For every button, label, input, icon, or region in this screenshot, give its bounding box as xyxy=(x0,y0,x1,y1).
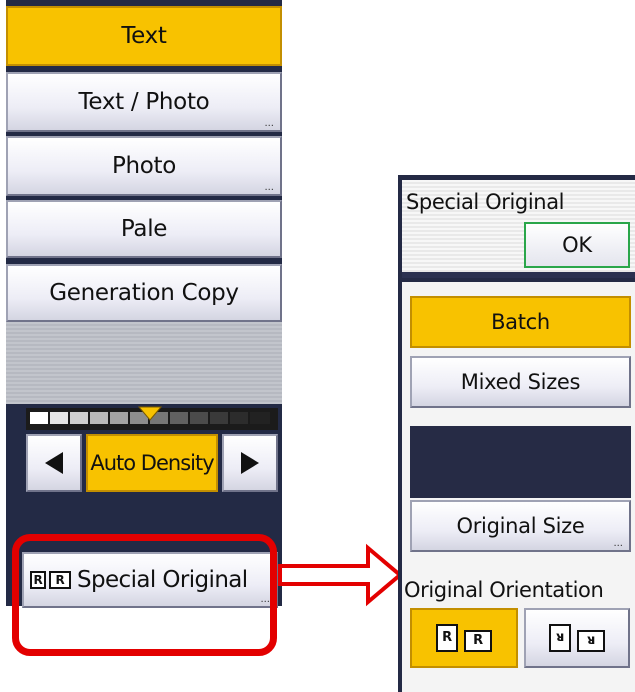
mixed-sizes-button[interactable]: Mixed Sizes xyxy=(410,356,631,408)
triangle-right-icon xyxy=(241,452,259,474)
mode-label: Text / Photo xyxy=(78,89,210,115)
auto-density-button[interactable]: Auto Density xyxy=(86,434,218,492)
size-display-area xyxy=(410,426,631,498)
header-divider xyxy=(402,272,635,278)
readable-orientation-icon: R R xyxy=(436,624,492,652)
arrow-right-icon xyxy=(278,543,404,607)
orientation-unreadable-button[interactable]: ᴚ ᴚ xyxy=(524,608,630,668)
panel-filler xyxy=(6,322,282,404)
ok-label: OK xyxy=(562,233,592,257)
batch-label: Batch xyxy=(491,310,550,334)
mode-button-text-photo[interactable]: Text / Photo ... xyxy=(6,72,282,132)
ok-button[interactable]: OK xyxy=(524,222,630,268)
mode-button-generation-copy[interactable]: Generation Copy xyxy=(6,264,282,322)
mode-button-text[interactable]: Text xyxy=(6,6,282,66)
more-options-icon: ... xyxy=(264,118,274,129)
density-decrease-button[interactable] xyxy=(26,434,82,492)
orientation-readable-button[interactable]: R R xyxy=(410,608,518,668)
original-size-button[interactable]: Original Size ... xyxy=(410,500,631,552)
original-size-label: Original Size xyxy=(456,514,585,538)
mixed-sizes-label: Mixed Sizes xyxy=(460,370,581,394)
orientation-label: Original Orientation xyxy=(404,578,604,602)
mode-label: Pale xyxy=(120,216,168,242)
unreadable-orientation-icon: ᴚ ᴚ xyxy=(549,624,605,652)
batch-button[interactable]: Batch xyxy=(410,296,631,348)
highlight-frame xyxy=(12,534,277,656)
mode-label: Generation Copy xyxy=(49,280,239,306)
mode-button-pale[interactable]: Pale xyxy=(6,200,282,258)
triangle-down-icon xyxy=(138,406,162,421)
more-options-icon: ... xyxy=(613,538,623,549)
density-increase-button[interactable] xyxy=(222,434,278,492)
mode-label: Photo xyxy=(111,153,177,179)
more-options-icon: ... xyxy=(264,182,274,193)
dialog-title: Special Original xyxy=(406,190,565,214)
auto-density-label: Auto Density xyxy=(90,451,214,475)
mode-label: Text xyxy=(121,23,167,49)
triangle-left-icon xyxy=(45,452,63,474)
mode-button-photo[interactable]: Photo ... xyxy=(6,136,282,196)
